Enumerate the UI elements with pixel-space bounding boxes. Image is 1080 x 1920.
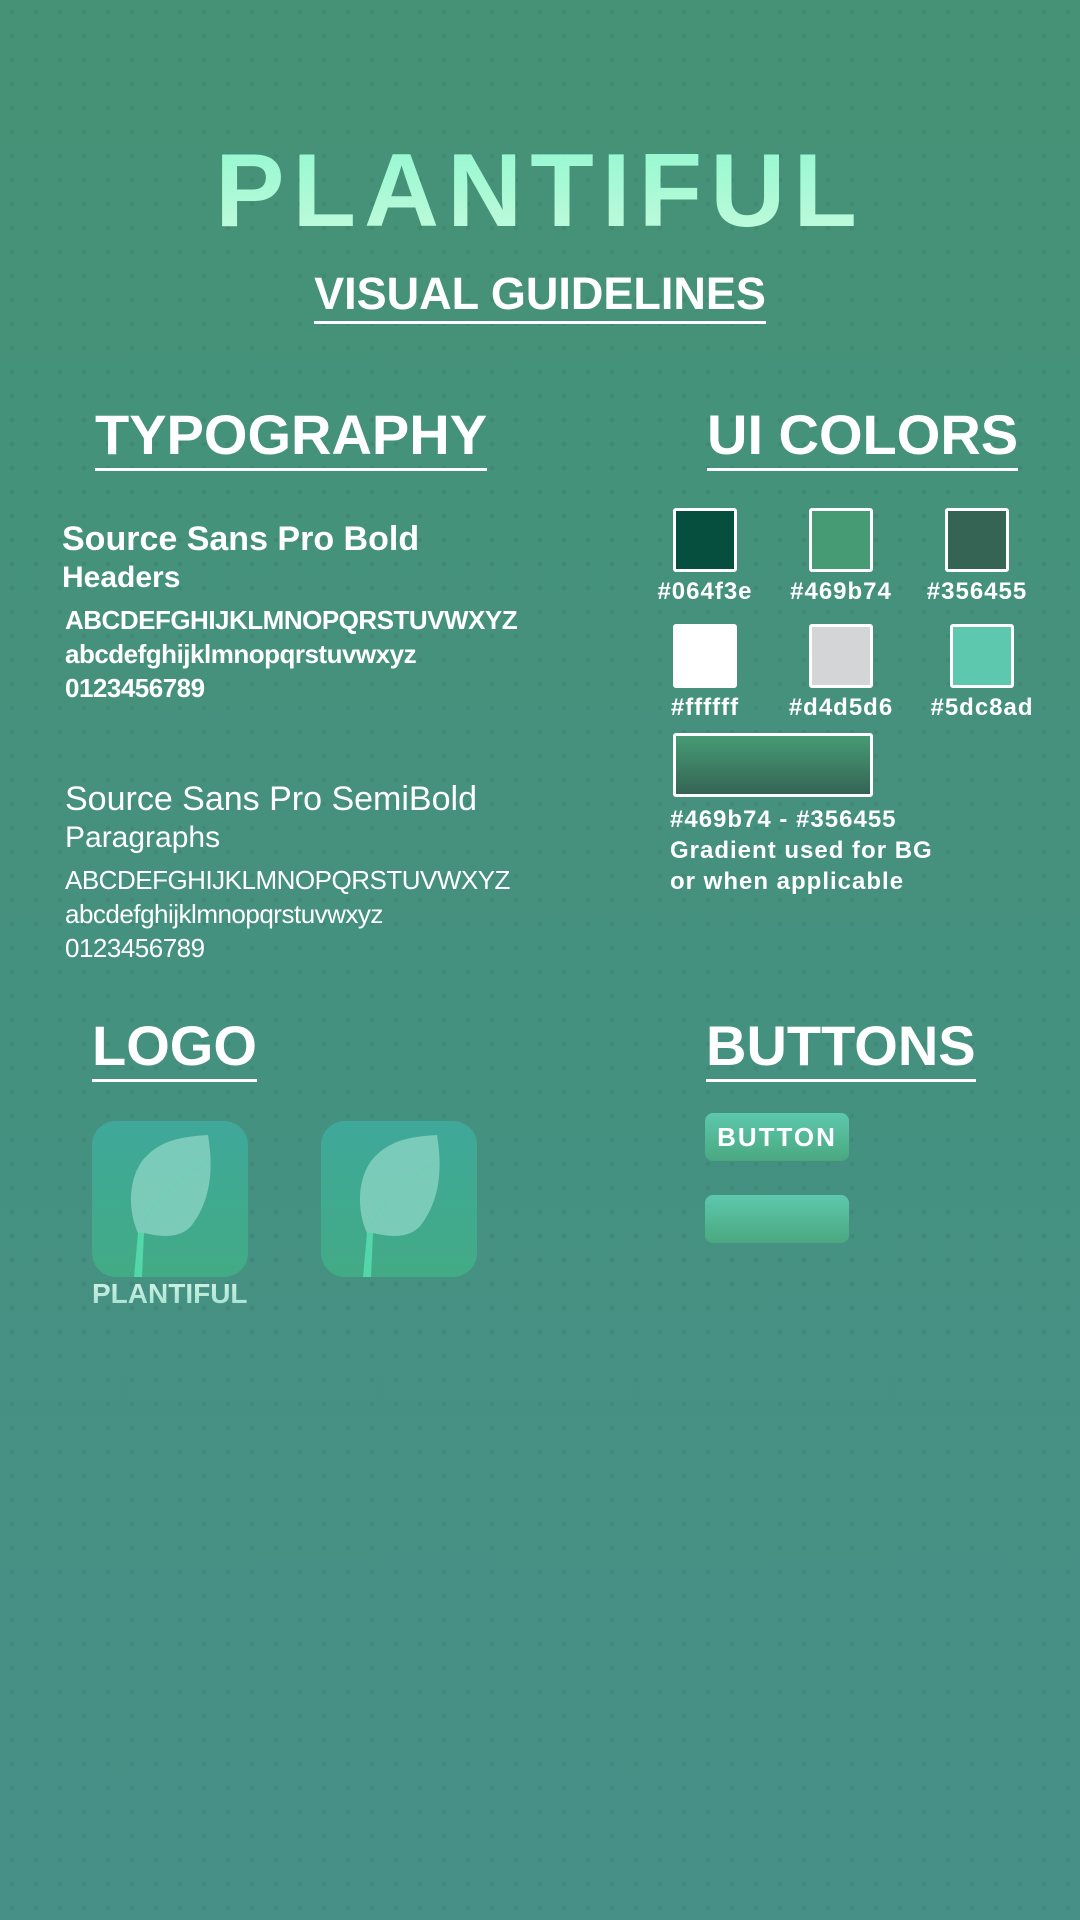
gradient-note-1: Gradient used for BG	[670, 837, 933, 864]
buttons-heading: BUTTONS	[706, 1015, 976, 1082]
font-name: Source Sans Pro Bold	[62, 520, 420, 558]
color-swatch-label: #5dc8ad	[930, 694, 1034, 721]
gradient-swatch	[673, 733, 873, 797]
logo-heading: LOGO	[92, 1015, 257, 1082]
color-swatch-label: #064f3e	[657, 578, 753, 605]
gradient-label: #469b74 - #356455	[670, 806, 897, 833]
color-swatch	[673, 508, 737, 572]
sample-lower: abcdefghijklmnopqrstuvwxyz	[65, 639, 417, 669]
sample-button-labeled[interactable]: BUTTON	[705, 1113, 849, 1161]
sample-upper: ABCDEFGHIJKLMNOPQRSTUVWXYZ	[65, 605, 518, 635]
color-swatch-label: #356455	[926, 578, 1028, 605]
app-title: PLANTIFUL	[0, 132, 1080, 251]
font-usage: Headers	[62, 561, 181, 594]
typography-heading: TYPOGRAPHY	[95, 404, 488, 471]
font-usage: Paragraphs	[65, 821, 221, 854]
logo-label: PLANTIFUL	[92, 1278, 248, 1309]
ui-colors-heading: UI COLORS	[707, 404, 1019, 471]
color-swatch	[945, 508, 1009, 572]
color-swatch-label: #469b74	[790, 578, 892, 605]
leaf-icon	[359, 1135, 440, 1277]
color-swatch	[673, 624, 737, 688]
leaf-icon	[130, 1135, 211, 1277]
sample-button-empty[interactable]	[705, 1195, 849, 1243]
color-swatch-label: #d4d5d6	[788, 694, 894, 721]
sample-digits: 0123456789	[65, 673, 205, 703]
page-subtitle: VISUAL GUIDELINES	[0, 268, 1080, 324]
color-swatch-label: #ffffff	[670, 694, 740, 721]
sample-digits: 0123456789	[65, 933, 205, 963]
color-swatch	[950, 624, 1014, 688]
gradient-description: #469b74 - #356455 Gradient used for BG o…	[670, 804, 933, 897]
logo-with-label	[92, 1121, 248, 1277]
font-spec-bold: Source Sans Pro Bold Headers ABCDEFGHIJK…	[62, 520, 518, 705]
subtitle-text: VISUAL GUIDELINES	[314, 268, 766, 324]
color-swatch	[809, 508, 873, 572]
sample-upper: ABCDEFGHIJKLMNOPQRSTUVWXYZ	[65, 865, 510, 895]
color-swatch	[809, 624, 873, 688]
font-spec-semibold: Source Sans Pro SemiBold Paragraphs ABCD…	[65, 780, 510, 965]
gradient-note-2: or when applicable	[670, 868, 905, 895]
sample-lower: abcdefghijklmnopqrstuvwxyz	[65, 899, 383, 929]
logo-icon-only	[321, 1121, 477, 1277]
font-name: Source Sans Pro SemiBold	[65, 780, 477, 818]
